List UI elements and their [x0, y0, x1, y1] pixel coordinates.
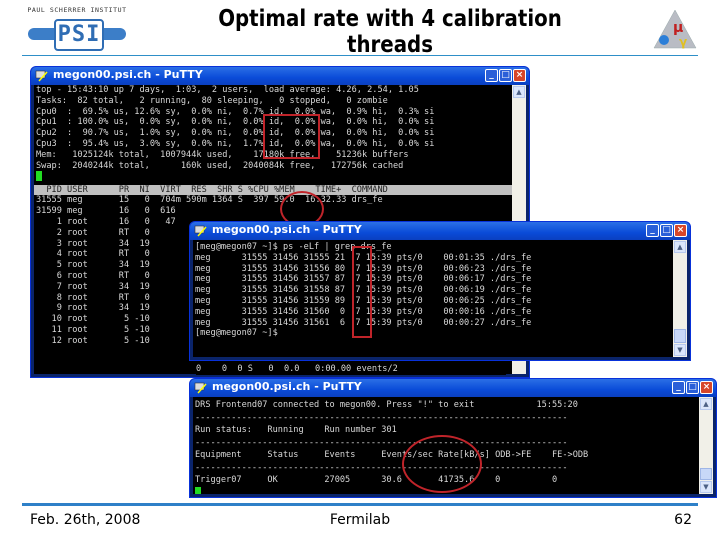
window-title: megon00.psi.ch - PuTTY [212, 223, 362, 236]
maximize-icon: □ [501, 70, 510, 80]
vertical-scrollbar[interactable]: ▲ ▼ [699, 397, 713, 494]
maximize-icon: □ [688, 382, 697, 392]
putty-icon [35, 70, 48, 82]
gamma-symbol: γ [679, 35, 687, 49]
putty-icon [194, 225, 207, 237]
footer-venue: Fermilab [329, 512, 391, 528]
meg-logo-icon: μ γ [653, 9, 697, 49]
events-per-sec-highlight [402, 435, 482, 493]
terminal-line: Tasks: 82 total, 2 running, 80 sleeping,… [36, 95, 388, 106]
close-icon: × [702, 382, 711, 392]
terminal-cursor-line [34, 171, 512, 182]
thread-row: meg 31555 31456 31561 6 7 15:39 pts/0 00… [195, 317, 532, 328]
scroll-up-arrow-icon[interactable]: ▲ [674, 241, 686, 253]
terminal-output[interactable]: [meg@megon07 ~]$ ps -eLf | grep drs_fe m… [193, 240, 673, 357]
thread-row: meg 31555 31456 31555 21 7 15:39 pts/0 0… [195, 252, 532, 263]
scroll-up-arrow-icon[interactable]: ▲ [513, 86, 525, 98]
thread-row: meg 31555 31456 31559 89 7 15:39 pts/0 0… [195, 295, 532, 306]
scroll-up-arrow-icon[interactable]: ▲ [700, 398, 712, 410]
thread-row: meg 31555 31456 31556 80 7 15:39 pts/0 0… [195, 263, 532, 274]
window-titlebar[interactable]: megon00.psi.ch - PuTTY _ □ × [31, 67, 529, 85]
thread-cpu-highlight [352, 246, 372, 338]
scroll-down-arrow-icon[interactable]: ▼ [674, 344, 686, 356]
close-button[interactable]: × [513, 69, 526, 82]
idle-percent-highlight [263, 114, 320, 159]
maximize-icon: □ [662, 225, 671, 235]
slide-title: Optimal rate with 4 calibration threads [218, 6, 562, 58]
minimize-icon: _ [489, 70, 494, 80]
terminal-cursor [195, 487, 201, 494]
psi-logo-mark: PSI [54, 19, 104, 51]
process-row-partial: 0 0 0 S 0 0.0 0:00.00 events/2 [196, 363, 506, 375]
close-icon: × [515, 70, 524, 80]
window-title: megon00.psi.ch - PuTTY [53, 68, 203, 81]
separator-line: ----------------------------------------… [195, 412, 568, 423]
process-table-header: PID USER PR NI VIRT RES SHR S %CPU %MEM … [34, 184, 512, 196]
thread-row: meg 31555 31456 31560 0 7 15:39 pts/0 00… [195, 306, 532, 317]
scrollbar-thumb[interactable] [674, 329, 686, 343]
thread-row: meg 31555 31456 31557 87 7 15:39 pts/0 0… [195, 274, 532, 285]
terminal-line: DRS Frontend07 connected to megon00. Pre… [195, 400, 578, 410]
psi-logo-org: PAUL SCHERRER INSTITUT [27, 6, 127, 14]
close-button[interactable]: × [700, 381, 713, 394]
maximize-button[interactable]: □ [686, 381, 699, 394]
putty-icon [194, 382, 207, 394]
close-button[interactable]: × [674, 224, 687, 237]
terminal-prompt: [meg@megon07 ~]$ [195, 328, 278, 339]
window-titlebar[interactable]: megon00.psi.ch - PuTTY _ □ × [190, 222, 690, 240]
terminal-line: [meg@megon07 ~]$ ps -eLf | grep drs_fe [195, 242, 392, 252]
terminal-line: top - 15:43:10 up 7 days, 1:03, 2 users,… [36, 85, 419, 95]
thread-row: meg 31555 31456 31558 87 7 15:39 pts/0 0… [195, 285, 532, 296]
maximize-button[interactable]: □ [660, 224, 673, 237]
scroll-down-arrow-icon[interactable]: ▼ [700, 481, 712, 493]
window-title: megon00.psi.ch - PuTTY [212, 380, 362, 393]
minimize-button[interactable]: _ [485, 69, 498, 82]
maximize-button[interactable]: □ [499, 69, 512, 82]
minimize-button[interactable]: _ [646, 224, 659, 237]
psi-logo: PAUL SCHERRER INSTITUT PSI [22, 6, 132, 51]
scrollbar-thumb[interactable] [700, 468, 712, 480]
process-row: 31555 meg 15 0 704m 590m 1364 S 397 59.0… [36, 195, 383, 206]
process-row: 31599 meg 16 0 616 [36, 206, 176, 217]
minimize-icon: _ [650, 225, 655, 235]
window-titlebar[interactable]: megon00.psi.ch - PuTTY _ □ × [190, 379, 716, 397]
minimize-button[interactable]: _ [672, 381, 685, 394]
footer-divider [22, 503, 698, 506]
page-number: 62 [674, 512, 692, 528]
terminal-line: Swap: 2040244k total, 160k used, 2040084… [36, 160, 404, 171]
close-icon: × [676, 225, 685, 235]
vertical-scrollbar[interactable]: ▲ ▼ [673, 240, 687, 357]
minimize-icon: _ [676, 382, 681, 392]
putty-window-ps[interactable]: megon00.psi.ch - PuTTY _ □ × [meg@megon0… [189, 221, 691, 361]
mu-symbol: μ [673, 20, 683, 36]
title-divider [22, 55, 698, 56]
terminal-cursor [36, 171, 42, 182]
